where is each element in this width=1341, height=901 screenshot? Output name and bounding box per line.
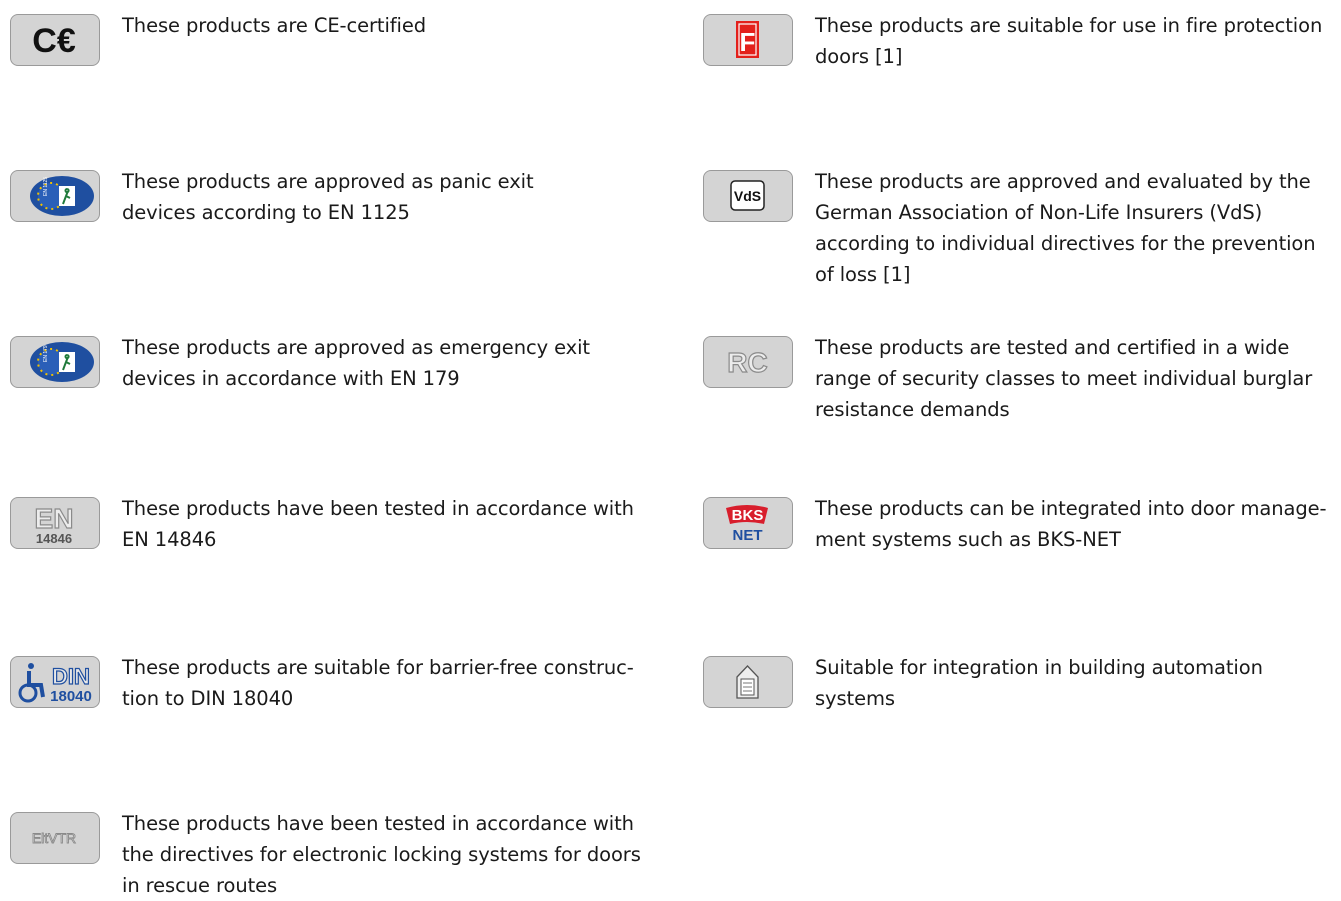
ce-mark-icon: C€ (10, 14, 100, 66)
bks-net-description: These products can be integrated into do… (815, 497, 1327, 551)
building-automation-description: Suitable for integration in building aut… (815, 656, 1263, 710)
eltvtr-icon: EltVTR (10, 812, 100, 864)
svg-text:C€: C€ (32, 22, 76, 60)
net-icon-sublabel: NET (733, 527, 763, 544)
fire-icon-label: F (740, 27, 756, 57)
fire-description: These products are suitable for use in f… (815, 14, 1323, 68)
bks-icon-label: BKS (732, 507, 764, 524)
en14846-icon-label: EN (35, 503, 74, 534)
en179-emergency-exit-icon: EN 179 (10, 336, 100, 388)
en1125-description: These products are approved as panic exi… (122, 170, 534, 224)
rc-icon-label: RC (727, 347, 767, 378)
en179-description: These products are approved as emergency… (122, 336, 590, 390)
eltvtr-icon-label: EltVTR (32, 830, 76, 846)
en14846-icon: EN 14846 (10, 497, 100, 549)
eltvtr-description: These products have been tested in accor… (122, 812, 641, 897)
din18040-barrier-free-icon: DIN 18040 (10, 656, 100, 708)
din-icon-label: DIN (52, 664, 90, 689)
en179-icon-label: EN 179 (43, 345, 49, 362)
rc-description: These products are tested and certified … (815, 336, 1313, 421)
en1125-panic-exit-icon: EN 1125 (10, 170, 100, 222)
en14846-description: These products have been tested in accor… (122, 497, 634, 551)
building-automation-icon (703, 656, 793, 708)
din18040-description: These products are suitable for barrier-… (122, 656, 634, 710)
din-icon-sublabel: 18040 (50, 688, 92, 705)
vds-icon-label: VdS (734, 188, 761, 204)
vds-icon: VdS (703, 170, 793, 222)
bks-net-icon: BKS NET (703, 497, 793, 549)
fire-protection-f-icon: F (703, 14, 793, 66)
vds-description: These products are approved and evaluate… (815, 170, 1316, 286)
en1125-icon-label: EN 1125 (43, 177, 49, 196)
ce-description: These products are CE-certified (122, 14, 427, 37)
rc-icon: RC (703, 336, 793, 388)
en14846-icon-sublabel: 14846 (36, 531, 72, 546)
